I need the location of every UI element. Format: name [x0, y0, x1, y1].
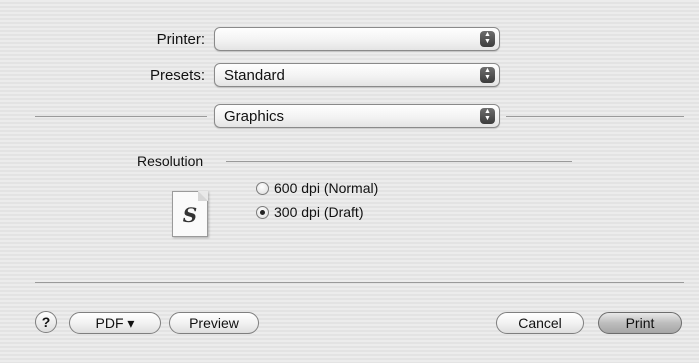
document-glyph: S [182, 203, 198, 227]
panel-popup[interactable]: Graphics ▲ ▼ [214, 104, 500, 128]
footer-separator [35, 282, 684, 283]
pdf-button[interactable]: PDF ▾ [69, 312, 161, 334]
resolution-title: Resolution [137, 153, 204, 169]
help-button[interactable]: ? [35, 311, 57, 333]
radio-300dpi-label[interactable]: 300 dpi (Draft) [274, 204, 363, 220]
separator-left [35, 116, 207, 117]
document-icon: S [172, 191, 208, 237]
radio-300dpi[interactable] [256, 206, 269, 219]
cancel-button[interactable]: Cancel [496, 312, 584, 334]
updown-arrows-icon: ▲ ▼ [480, 31, 495, 47]
resolution-rule [226, 161, 572, 162]
print-button[interactable]: Print [598, 312, 682, 334]
updown-arrows-icon: ▲ ▼ [480, 67, 495, 83]
updown-arrows-icon: ▲ ▼ [480, 108, 495, 124]
preview-button[interactable]: Preview [169, 312, 259, 334]
presets-popup[interactable]: Standard ▲ ▼ [214, 63, 500, 87]
printer-popup[interactable]: ▲ ▼ [214, 27, 500, 51]
presets-value: Standard [224, 67, 285, 84]
question-mark-icon: ? [41, 314, 51, 330]
page-fold [198, 191, 208, 201]
radio-selected-dot [260, 210, 265, 215]
printer-label: Printer: [156, 31, 205, 48]
presets-label: Presets: [149, 67, 205, 84]
panel-value: Graphics [224, 108, 285, 125]
separator-right [506, 116, 684, 117]
radio-600dpi-label[interactable]: 600 dpi (Normal) [274, 180, 378, 196]
radio-600dpi[interactable] [256, 182, 269, 195]
